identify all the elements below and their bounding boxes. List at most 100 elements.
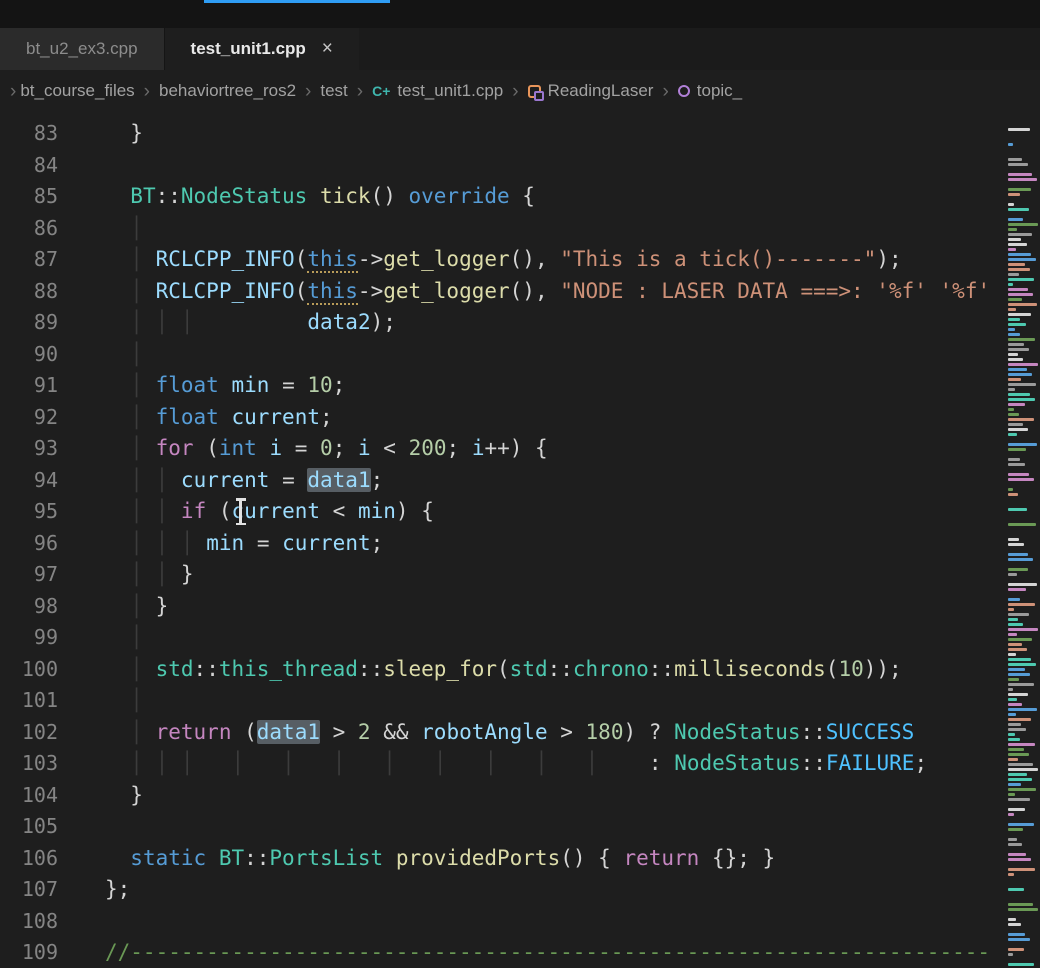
code-line[interactable]: 86 │	[0, 213, 1040, 245]
line-number: 94	[0, 465, 58, 497]
code-token: │	[156, 468, 169, 492]
code-text[interactable]: BT::NodeStatus tick() override {	[105, 181, 535, 213]
code-token	[143, 436, 156, 460]
code-token: ()	[371, 184, 409, 208]
tab-bt_u2_ex3[interactable]: bt_u2_ex3.cpp	[0, 28, 165, 70]
breadcrumb: › bt_course_files › behaviortree_ros2 › …	[0, 70, 1040, 112]
code-token: float	[156, 405, 219, 429]
code-line[interactable]: 102 │ return (data1 > 2 && robotAngle > …	[0, 717, 1040, 749]
code-text[interactable]: │ │ if (current < min) {	[105, 496, 434, 528]
chevron-right-icon: ›	[305, 82, 311, 101]
code-text[interactable]: │ RCLCPP_INFO(this->get_logger(), "NODE …	[105, 276, 990, 308]
line-number: 104	[0, 780, 58, 812]
code-text[interactable]: │ std::this_thread::sleep_for(std::chron…	[105, 654, 902, 686]
code-text[interactable]	[105, 906, 118, 938]
code-line[interactable]: 108	[0, 906, 1040, 938]
code-text[interactable]: │ return (data1 > 2 && robotAngle > 180)…	[105, 717, 914, 749]
code-line[interactable]: 96 │ │ │ min = current;	[0, 528, 1040, 560]
code-line[interactable]: 83 }	[0, 118, 1040, 150]
code-editor[interactable]: 83 }84 85 BT::NodeStatus tick() override…	[0, 112, 1040, 968]
minimap[interactable]	[1006, 112, 1040, 968]
code-text[interactable]	[105, 811, 118, 843]
code-token: (	[231, 720, 256, 744]
code-text[interactable]: //--------------------------------------…	[105, 937, 990, 968]
code-token: │	[130, 751, 143, 775]
code-token: chrono	[573, 657, 649, 681]
code-line[interactable]: 95 │ │ if (current < min) {	[0, 496, 1040, 528]
code-text[interactable]: │	[105, 622, 143, 654]
code-token: data1	[257, 720, 320, 744]
code-line[interactable]: 88 │ RCLCPP_INFO(this->get_logger(), "NO…	[0, 276, 1040, 308]
code-text[interactable]: │ │ │ data2);	[105, 307, 396, 339]
code-text[interactable]: │	[105, 685, 143, 717]
code-token: ;	[333, 436, 358, 460]
breadcrumb-item-test_unit1-cpp[interactable]: test_unit1.cpp	[397, 81, 503, 101]
class-symbol-icon	[528, 85, 541, 98]
code-line[interactable]: 91 │ float min = 10;	[0, 370, 1040, 402]
code-token: │	[130, 499, 143, 523]
code-text[interactable]: }	[105, 118, 143, 150]
code-token	[206, 846, 219, 870]
code-token: int	[219, 436, 257, 460]
tab-close-icon[interactable]: ×	[322, 38, 333, 60]
breadcrumb-item-readinglaser[interactable]: ReadingLaser	[548, 81, 654, 101]
code-token: │	[130, 531, 143, 555]
line-number: 84	[0, 150, 58, 182]
code-text[interactable]: static BT::PortsList providedPorts() { r…	[105, 843, 775, 875]
code-token: BT	[130, 184, 155, 208]
code-line[interactable]: 107};	[0, 874, 1040, 906]
code-line[interactable]: 98 │ }	[0, 591, 1040, 623]
code-token: │	[105, 216, 143, 240]
code-line[interactable]: 101 │	[0, 685, 1040, 717]
code-token	[105, 247, 130, 271]
code-token	[143, 468, 156, 492]
code-text[interactable]: }	[105, 780, 143, 812]
code-text[interactable]: │ │ current = data1;	[105, 465, 383, 497]
code-line[interactable]: 90 │	[0, 339, 1040, 371]
code-text[interactable]	[105, 150, 118, 182]
code-line[interactable]: 100 │ std::this_thread::sleep_for(std::c…	[0, 654, 1040, 686]
code-line[interactable]: 93 │ for (int i = 0; i < 200; i++) {	[0, 433, 1040, 465]
code-line[interactable]: 89 │ │ │ data2);	[0, 307, 1040, 339]
code-line[interactable]: 87 │ RCLCPP_INFO(this->get_logger(), "Th…	[0, 244, 1040, 276]
code-line[interactable]: 105	[0, 811, 1040, 843]
code-text[interactable]: │ RCLCPP_INFO(this->get_logger(), "This …	[105, 244, 902, 276]
breadcrumb-item-bt_course_files[interactable]: bt_course_files	[20, 81, 134, 101]
code-token: ::	[358, 657, 383, 681]
code-line[interactable]: 99 │	[0, 622, 1040, 654]
chevron-right-icon: ›	[144, 82, 150, 101]
code-line[interactable]: 97 │ │ }	[0, 559, 1040, 591]
breadcrumb-item-topic[interactable]: topic_	[697, 81, 742, 101]
code-token	[143, 405, 156, 429]
code-text[interactable]: };	[105, 874, 130, 906]
code-token: │	[130, 657, 143, 681]
code-line[interactable]: 104 }	[0, 780, 1040, 812]
code-line[interactable]: 103 │ │ │ │ │ │ │ │ │ │ │ : NodeStatus::…	[0, 748, 1040, 780]
code-text[interactable]: │ │ }	[105, 559, 194, 591]
code-token: for	[156, 436, 194, 460]
code-text[interactable]: │ for (int i = 0; i < 200; i++) {	[105, 433, 548, 465]
code-token: RCLCPP_INFO	[156, 279, 295, 303]
code-text[interactable]: │	[105, 213, 143, 245]
code-text[interactable]: │ │ │ min = current;	[105, 528, 383, 560]
breadcrumb-item-test[interactable]: test	[320, 81, 347, 101]
code-token: │	[130, 562, 143, 586]
tab-test_unit1[interactable]: test_unit1.cpp ×	[165, 28, 359, 70]
code-token: i	[358, 436, 371, 460]
breadcrumb-item-behaviortree_ros2[interactable]: behaviortree_ros2	[159, 81, 296, 101]
code-line[interactable]: 109//-----------------------------------…	[0, 937, 1040, 968]
code-text[interactable]: │ }	[105, 591, 168, 623]
code-line[interactable]: 84	[0, 150, 1040, 182]
code-text[interactable]: │ float min = 10;	[105, 370, 345, 402]
code-text[interactable]: │	[105, 339, 143, 371]
line-number: 99	[0, 622, 58, 654]
code-text[interactable]: │ │ │ │ │ │ │ │ │ │ │ : NodeStatus::FAIL…	[105, 748, 927, 780]
code-line[interactable]: 94 │ │ current = data1;	[0, 465, 1040, 497]
code-line[interactable]: 106 static BT::PortsList providedPorts()…	[0, 843, 1040, 875]
chevron-right-icon: ›	[357, 82, 363, 101]
code-token: ::	[548, 657, 573, 681]
code-text[interactable]: │ float current;	[105, 402, 333, 434]
code-line[interactable]: 85 BT::NodeStatus tick() override {	[0, 181, 1040, 213]
code-token: }	[143, 594, 168, 618]
code-line[interactable]: 92 │ float current;	[0, 402, 1040, 434]
